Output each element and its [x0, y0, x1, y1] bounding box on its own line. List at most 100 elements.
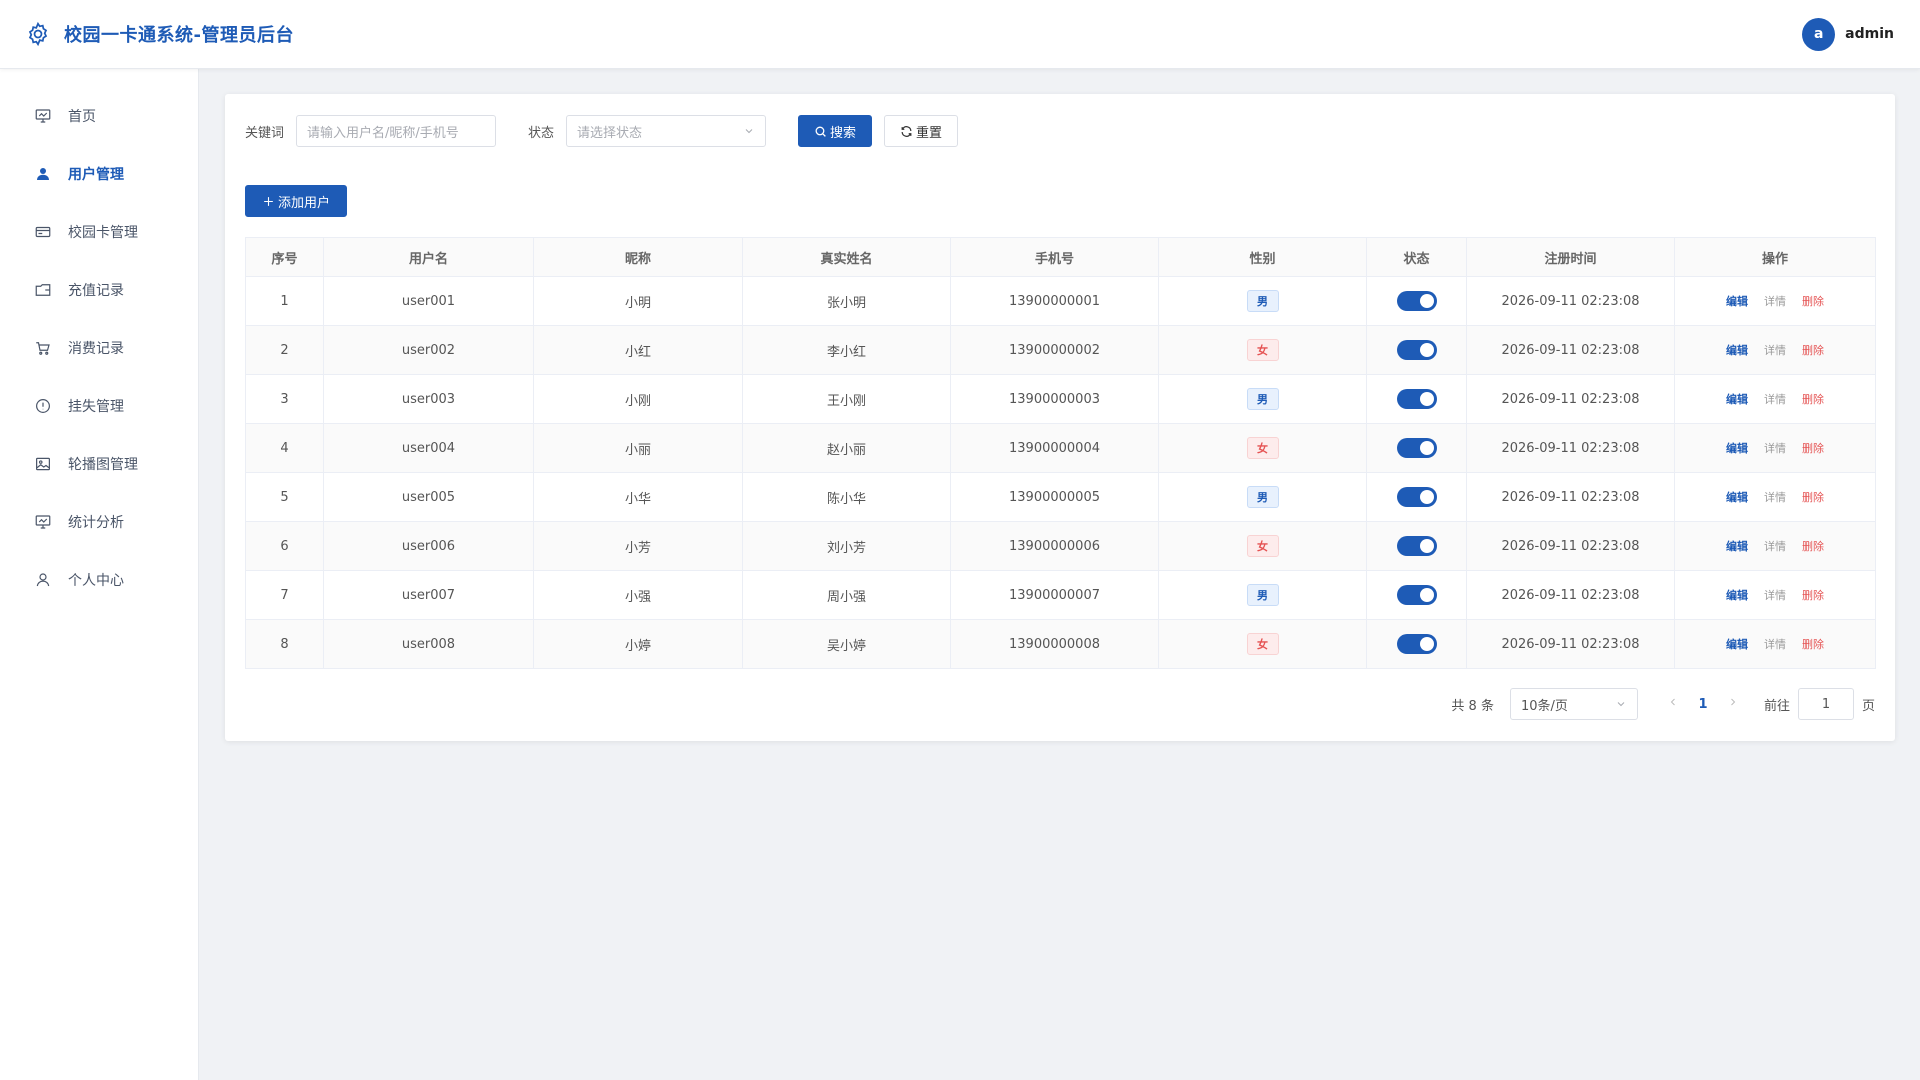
detail-link[interactable]: 详情 [1764, 295, 1786, 308]
card-icon [35, 226, 51, 238]
sidebar: 首页 用户管理 校园卡管理 充值记录 消费记录 挂失管理 轮播图管理 统计分析 … [0, 69, 199, 1080]
detail-link[interactable]: 详情 [1764, 442, 1786, 455]
delete-link[interactable]: 删除 [1802, 589, 1824, 602]
sidebar-item-label: 首页 [68, 109, 96, 125]
add-user-button[interactable]: 添加用户 [245, 185, 347, 217]
edit-link[interactable]: 编辑 [1726, 491, 1748, 504]
delete-link[interactable]: 删除 [1802, 442, 1824, 455]
detail-link[interactable]: 详情 [1764, 393, 1786, 406]
table-row: 2 user002 小红 李小红 13900000002 女 2026-09-1… [245, 325, 1876, 375]
sidebar-item-label: 统计分析 [68, 515, 124, 531]
keyword-search-input[interactable]: 请输入用户名/昵称/手机号 [296, 115, 497, 147]
delete-link[interactable]: 删除 [1802, 344, 1824, 357]
sidebar-item-carousel[interactable]: 轮播图管理 [0, 435, 198, 493]
detail-link[interactable]: 详情 [1764, 589, 1786, 602]
column-header[interactable]: 性别 [1158, 237, 1367, 277]
sidebar-item-cards[interactable]: 校园卡管理 [0, 203, 198, 261]
column-header[interactable]: 序号 [245, 237, 324, 277]
sidebar-item-statistics[interactable]: 统计分析 [0, 493, 198, 551]
status-toggle[interactable] [1396, 536, 1437, 556]
app-title: 校园一卡通系统-管理员后台 [64, 25, 294, 46]
username[interactable]: admin [1845, 26, 1894, 42]
status-toggle[interactable] [1396, 487, 1437, 507]
table-row: 8 user008 小婷 吴小婷 13900000008 女 2026-09-1… [245, 619, 1876, 669]
page-size-select[interactable]: 10条/页 [1509, 688, 1638, 720]
cell-status [1366, 374, 1467, 424]
detail-link[interactable]: 详情 [1764, 491, 1786, 504]
edit-link[interactable]: 编辑 [1726, 638, 1748, 651]
edit-link[interactable]: 编辑 [1726, 540, 1748, 553]
gender-tag: 女 [1246, 633, 1279, 655]
page-number[interactable]: 1 [1688, 697, 1718, 712]
edit-link[interactable]: 编辑 [1726, 295, 1748, 308]
cell-realname: 周小强 [742, 570, 951, 620]
column-header[interactable]: 注册时间 [1466, 237, 1675, 277]
detail-link[interactable]: 详情 [1764, 344, 1786, 357]
chevron-right-icon [1731, 698, 1736, 706]
gear-icon [28, 21, 48, 47]
status-select[interactable]: 请选择状态 [566, 115, 767, 147]
cell-realname: 陈小华 [742, 472, 951, 522]
prev-page-button[interactable] [1658, 696, 1688, 712]
column-header[interactable]: 用户名 [323, 237, 534, 277]
next-page-button[interactable] [1718, 696, 1748, 712]
cell-phone: 13900000004 [950, 423, 1159, 473]
sidebar-item-label: 充值记录 [68, 283, 124, 299]
cell-registered: 2026-09-11 02:23:08 [1466, 423, 1675, 473]
status-toggle[interactable] [1396, 634, 1437, 654]
search-button[interactable]: 搜索 [798, 115, 873, 147]
plus-icon [264, 196, 273, 206]
cell-registered: 2026-09-11 02:23:08 [1466, 619, 1675, 669]
top-header: 校园一卡通系统-管理员后台 a admin [0, 0, 1920, 69]
delete-link[interactable]: 删除 [1802, 393, 1824, 406]
delete-link[interactable]: 删除 [1802, 540, 1824, 553]
reset-button[interactable]: 重置 [884, 115, 959, 147]
cell-realname: 李小红 [742, 325, 951, 375]
cell-status [1366, 521, 1467, 571]
edit-link[interactable]: 编辑 [1726, 589, 1748, 602]
person-icon [36, 573, 50, 587]
cell-username: user001 [323, 276, 534, 326]
detail-link[interactable]: 详情 [1764, 638, 1786, 651]
edit-link[interactable]: 编辑 [1726, 344, 1748, 357]
cell-actions: 编辑 详情 删除 [1674, 276, 1876, 326]
cell-status [1366, 472, 1467, 522]
cell-status [1366, 619, 1467, 669]
edit-link[interactable]: 编辑 [1726, 393, 1748, 406]
status-toggle[interactable] [1396, 291, 1437, 311]
cell-realname: 张小明 [742, 276, 951, 326]
cell-phone: 13900000005 [950, 472, 1159, 522]
cell-gender: 男 [1158, 570, 1367, 620]
sidebar-item-label: 轮播图管理 [68, 457, 138, 473]
sidebar-item-home[interactable]: 首页 [0, 87, 198, 145]
delete-link[interactable]: 删除 [1802, 491, 1824, 504]
gender-tag: 女 [1246, 437, 1279, 459]
detail-link[interactable]: 详情 [1764, 540, 1786, 553]
cell-username: user007 [323, 570, 534, 620]
cell-actions: 编辑 详情 删除 [1674, 325, 1876, 375]
sidebar-item-users[interactable]: 用户管理 [0, 145, 198, 203]
delete-link[interactable]: 删除 [1802, 295, 1824, 308]
cell-username: user008 [323, 619, 534, 669]
delete-link[interactable]: 删除 [1802, 638, 1824, 651]
edit-link[interactable]: 编辑 [1726, 442, 1748, 455]
sidebar-item-profile[interactable]: 个人中心 [0, 551, 198, 609]
gender-tag: 男 [1246, 290, 1279, 312]
status-toggle[interactable] [1396, 340, 1437, 360]
goto-page-input[interactable]: 1 [1797, 688, 1854, 720]
column-header[interactable]: 昵称 [533, 237, 743, 277]
user-menu[interactable]: a admin [1802, 17, 1894, 51]
column-header[interactable]: 状态 [1366, 237, 1467, 277]
column-header[interactable]: 真实姓名 [742, 237, 951, 277]
status-toggle[interactable] [1396, 438, 1437, 458]
sidebar-item-consumption[interactable]: 消费记录 [0, 319, 198, 377]
status-toggle[interactable] [1396, 585, 1437, 605]
column-header[interactable]: 手机号 [950, 237, 1159, 277]
avatar[interactable]: a [1802, 17, 1836, 51]
status-toggle[interactable] [1396, 389, 1437, 409]
sidebar-item-recharge[interactable]: 充值记录 [0, 261, 198, 319]
wallet-icon [35, 284, 51, 296]
sidebar-item-loss[interactable]: 挂失管理 [0, 377, 198, 435]
cell-status [1366, 570, 1467, 620]
cell-gender: 女 [1158, 325, 1367, 375]
